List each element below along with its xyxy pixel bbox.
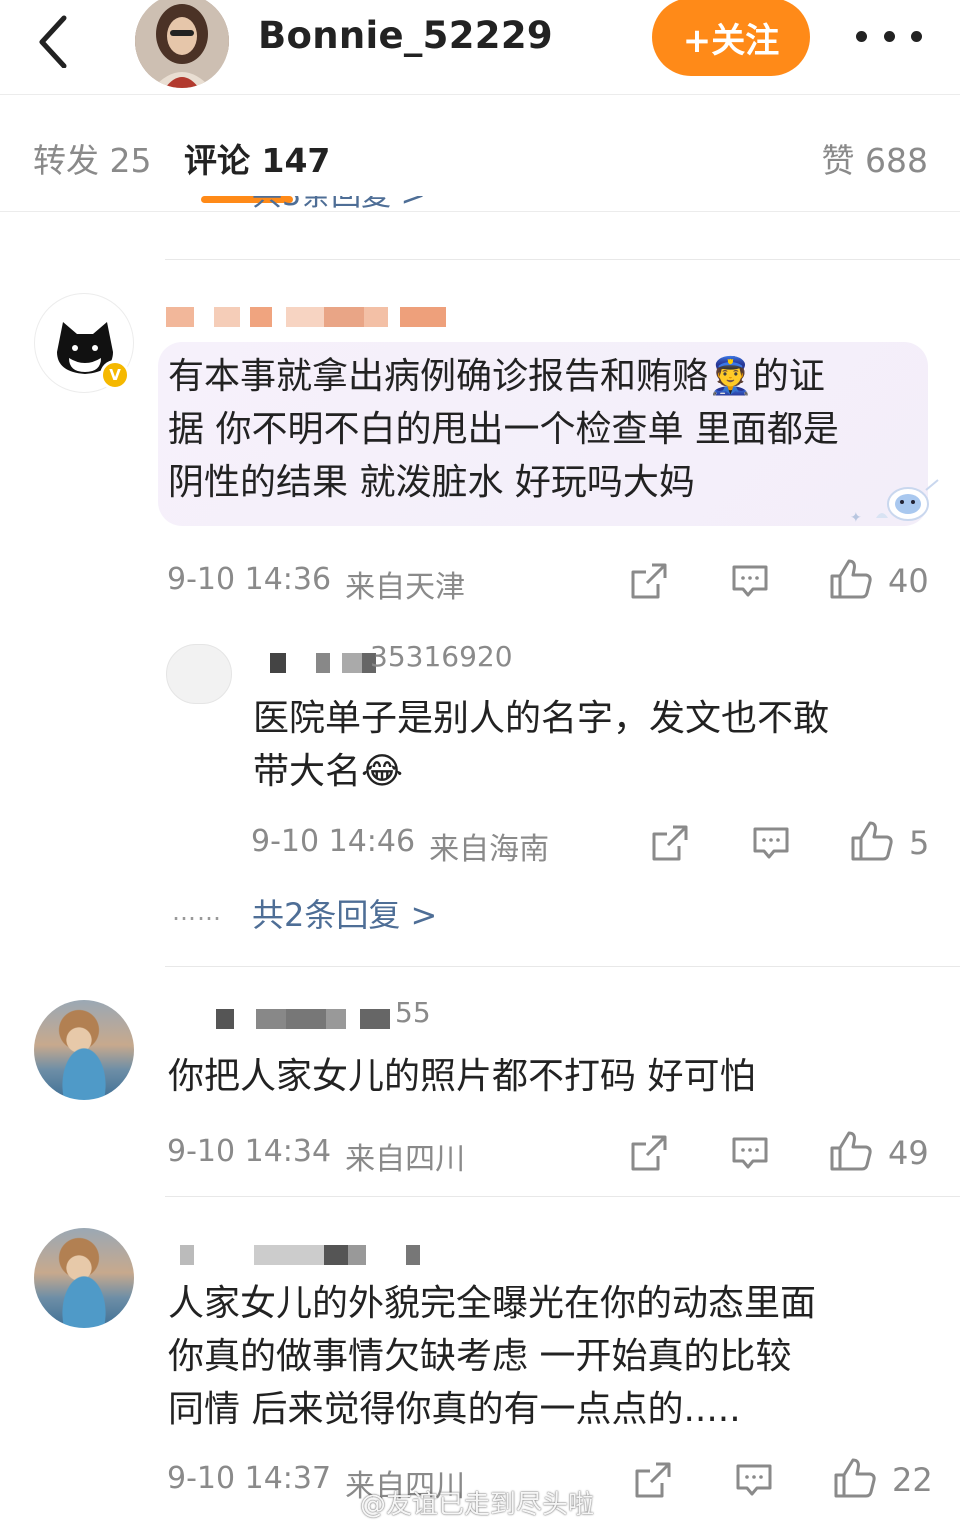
share-button[interactable] [630, 562, 668, 604]
like-icon [851, 821, 893, 861]
divider [165, 1196, 960, 1197]
commenter-name-redacted[interactable] [166, 302, 446, 332]
commenter-avatar[interactable] [34, 1228, 134, 1328]
like-button[interactable] [829, 1130, 873, 1176]
author-avatar[interactable] [135, 0, 229, 88]
more-replies-link[interactable]: 共2条回复 > [252, 890, 437, 936]
svg-text:✦: ✦ [850, 510, 862, 526]
commenter-name-redacted[interactable] [216, 1004, 390, 1034]
reply-location: 来自海南 [429, 832, 550, 867]
reply-share-button[interactable] [651, 824, 689, 866]
divider [165, 259, 960, 260]
verified-badge-icon: V [100, 360, 130, 390]
share-icon [631, 1135, 667, 1171]
comment-time: 9-10 14:37 [167, 1461, 332, 1496]
like-count: 40 [888, 562, 929, 600]
like-count: 49 [888, 1134, 929, 1172]
reply-like-button[interactable] [850, 820, 894, 866]
reply-name-redacted[interactable] [270, 648, 376, 678]
back-button[interactable] [30, 8, 80, 69]
tab-comments[interactable]: 评论 147 [184, 134, 330, 182]
reply-meta: 9-10 14:46 来自海南 [251, 824, 549, 868]
reply-time: 9-10 14:46 [251, 824, 416, 859]
divider [165, 966, 960, 967]
comment-button[interactable] [731, 562, 769, 604]
like-button[interactable] [829, 558, 873, 604]
comment-text: 有本事就拿出病例确诊报告和贿赂👮的证 据 你不明不白的甩出一个检查单 里面都是 … [168, 356, 839, 503]
previous-more-replies[interactable]: 共3条回复 > [252, 196, 426, 220]
top-nav-bar: Bonnie_52229 +关注 [0, 0, 960, 95]
share-icon [635, 1462, 671, 1498]
commenter-avatar[interactable] [34, 1000, 134, 1100]
more-button[interactable] [856, 18, 922, 54]
comment-meta: 9-10 14:34 来自四川 [167, 1134, 465, 1178]
follow-button[interactable]: +关注 [652, 0, 810, 76]
like-icon [830, 559, 872, 599]
reply-name-tail: 35316920 [370, 640, 513, 673]
like-count: 22 [892, 1461, 933, 1499]
comment-text: 你把人家女儿的照片都不打码 好可怕 [168, 1056, 756, 1097]
comment-icon [736, 1464, 772, 1496]
share-icon [631, 563, 667, 599]
like-button[interactable] [833, 1457, 877, 1503]
comment-location: 来自四川 [345, 1142, 466, 1177]
comment-button[interactable] [735, 1461, 773, 1503]
more-replies-dots: …… [172, 898, 222, 926]
share-button[interactable] [634, 1461, 672, 1503]
comment-icon [732, 565, 768, 597]
comment-text: 人家女儿的外貌完全曝光在你的动态里面 你真的做事情欠缺考虑 一开始真的比较 同情… [168, 1283, 817, 1430]
reply-avatar[interactable] [166, 644, 232, 704]
comment-button[interactable] [731, 1134, 769, 1176]
comment-time: 9-10 14:34 [167, 1134, 332, 1169]
reply-text: 医院单子是别人的名字，发文也不敢 带大名😂 [253, 698, 830, 792]
comment-icon [753, 827, 789, 859]
like-icon [834, 1458, 876, 1498]
tab-likes[interactable]: 赞 688 [822, 134, 928, 182]
watermark: @友谊已走到尽头啦 [360, 1490, 595, 1520]
comment-location: 来自天津 [345, 570, 466, 605]
share-icon [652, 825, 688, 861]
author-username[interactable]: Bonnie_52229 [258, 14, 553, 57]
like-icon [830, 1131, 872, 1171]
commenter-name-redacted[interactable] [180, 1240, 420, 1270]
comment-meta: 9-10 14:36 来自天津 [167, 562, 465, 606]
reply-comment-button[interactable] [752, 824, 790, 866]
comment-icon [732, 1137, 768, 1169]
comment-time: 9-10 14:36 [167, 562, 332, 597]
reply-like-count: 5 [909, 824, 930, 862]
share-button[interactable] [630, 1134, 668, 1176]
card-decoration-icon: ✦ [850, 479, 939, 526]
tab-forwards[interactable]: 转发 25 [33, 134, 151, 182]
post-tabs: 转发 25 评论 147 赞 688 [0, 96, 960, 212]
back-icon [39, 15, 67, 69]
more-icon [856, 30, 867, 42]
commenter-name-tail: 55 [395, 996, 431, 1029]
